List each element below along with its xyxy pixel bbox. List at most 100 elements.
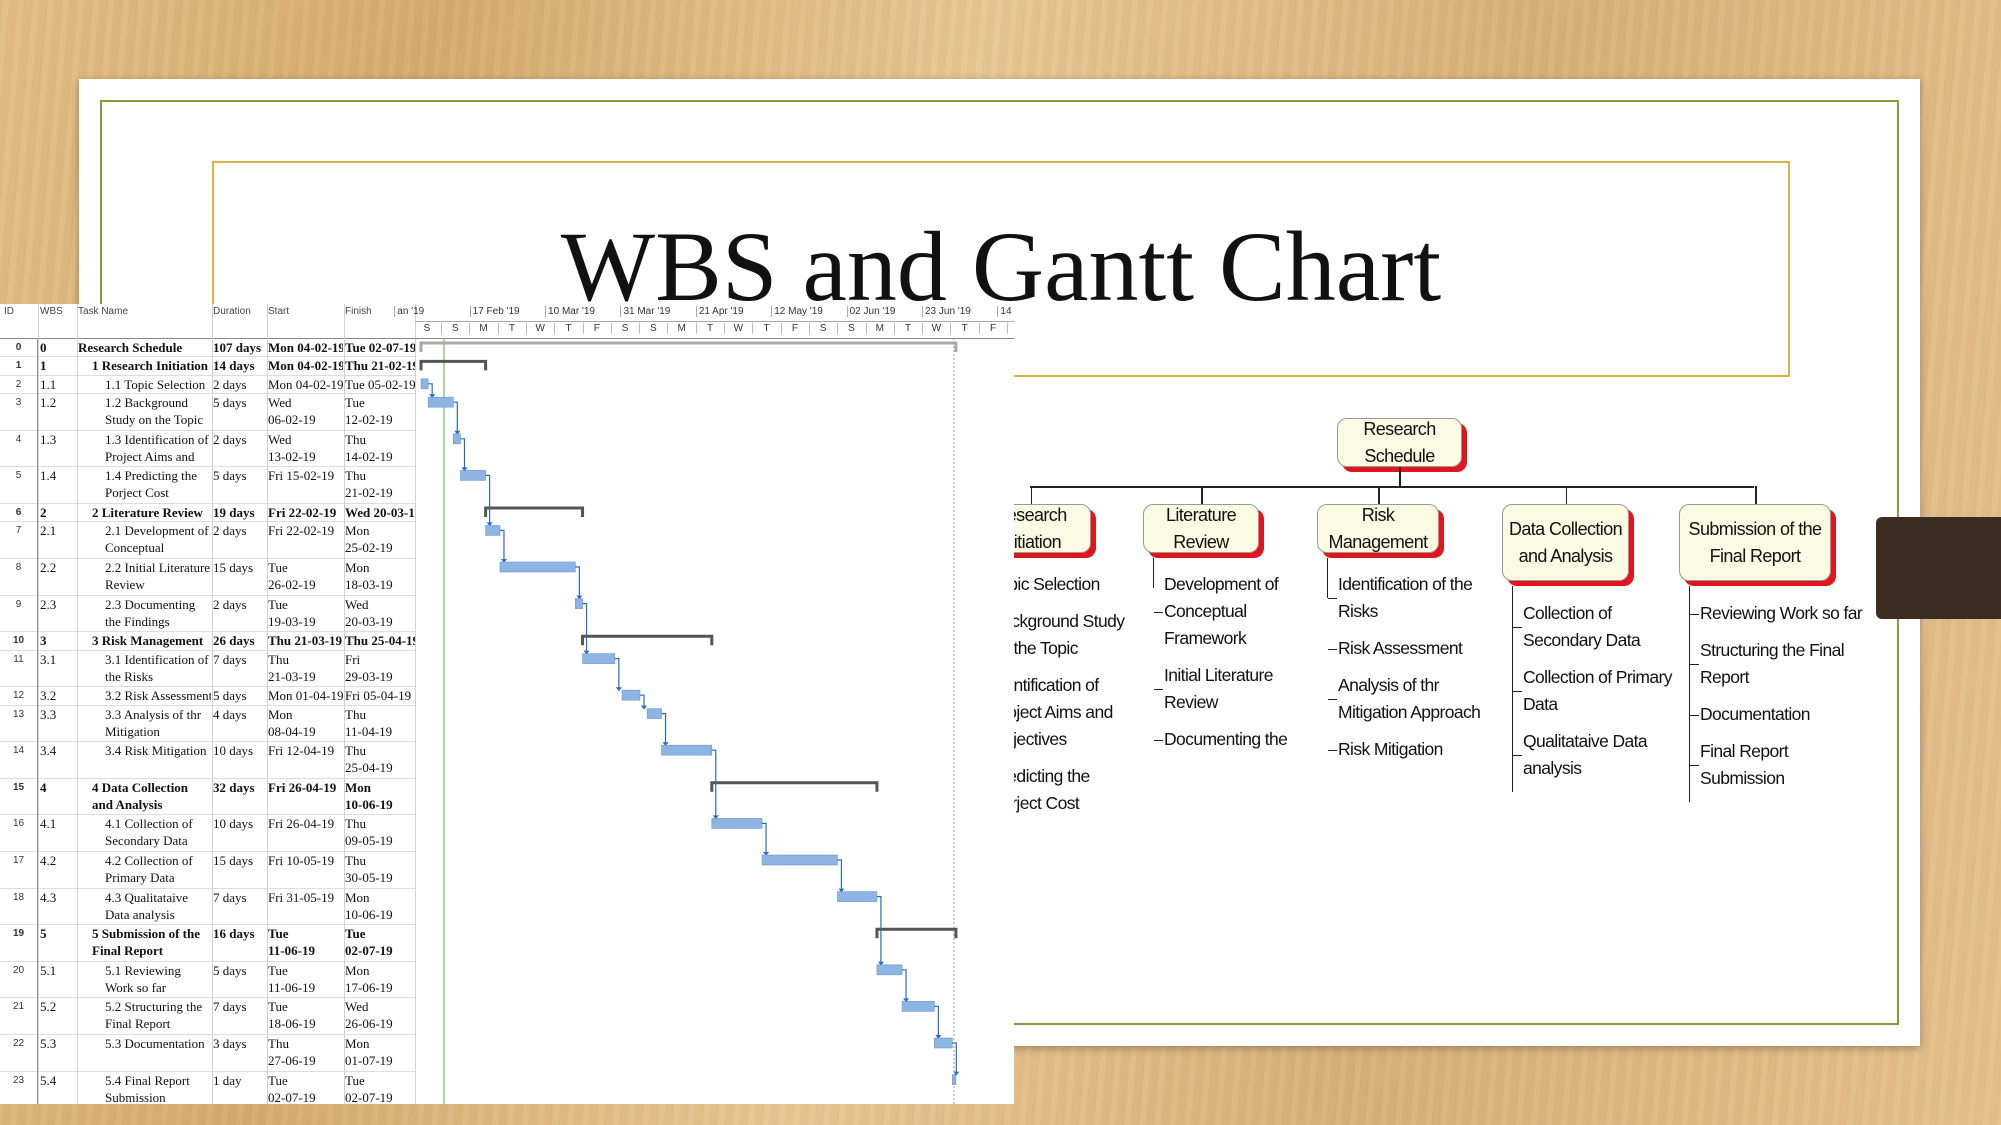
row-task-name[interactable]: 1 Research Initiation: [78, 357, 211, 374]
wbs-branch-node[interactable]: Data Collection and Analysis: [1502, 504, 1629, 581]
table-row[interactable]: 21 5.2 5.2 Structuring the Final Report 7 d…: [0, 997, 415, 1035]
wbs-branch-node[interactable]: Literature Review: [1143, 504, 1259, 553]
row-task-name[interactable]: Research Schedule: [78, 339, 211, 356]
row-task-name[interactable]: 3.3 Analysis of thr Mitigation: [78, 706, 211, 740]
row-task-name[interactable]: 3.1 Identification of the Risks: [78, 651, 211, 685]
row-duration[interactable]: 1 day: [213, 1072, 267, 1089]
row-duration[interactable]: 7 days: [213, 998, 267, 1015]
row-task-name[interactable]: 1.1 Topic Selection: [78, 376, 211, 393]
row-duration[interactable]: 7 days: [213, 651, 267, 668]
row-start[interactable]: Mon 04-02-19: [268, 376, 343, 393]
row-start[interactable]: Fri 26-04-19: [268, 779, 343, 796]
row-task-name[interactable]: 3 Risk Management: [78, 632, 211, 649]
table-row[interactable]: 11 1 Research Initiation 14 days Mon 04-02-…: [0, 356, 415, 376]
table-row[interactable]: 20 5.1 5.1 Reviewing Work so far 5 days Tue …: [0, 960, 415, 999]
row-finish[interactable]: Fri 29-03-19: [345, 651, 415, 685]
table-row[interactable]: 11 3.1 3.1 Identification of the Risks 7 da…: [0, 649, 415, 688]
table-row[interactable]: 0 0 Research Schedule 107 days Mon 04-02-19 T…: [0, 338, 415, 358]
row-finish[interactable]: Tue 02-07-19: [345, 925, 415, 959]
row-task-name[interactable]: 3.4 Risk Mitigation: [78, 742, 211, 759]
row-task-name[interactable]: 5.3 Documentation: [78, 1035, 211, 1052]
row-start[interactable]: Mon 01-04-19: [268, 687, 343, 704]
table-row[interactable]: 17 4.2 4.2 Collection of Primary Data 15 da…: [0, 851, 415, 889]
row-finish[interactable]: Thu 25-04-19: [345, 632, 415, 649]
wbs-child-item[interactable]: Qualitataive Data analysis: [1513, 728, 1688, 782]
row-task-name[interactable]: 4.2 Collection of Primary Data: [78, 852, 211, 886]
header-start[interactable]: Start: [268, 306, 289, 317]
wbs-child-item[interactable]: Risk Mitigation: [1328, 736, 1503, 763]
row-finish[interactable]: Tue 12-02-19: [345, 394, 415, 428]
table-row[interactable]: 19 5 5 Submission of the Final Report 16 da…: [0, 924, 415, 962]
row-finish[interactable]: Tue 02-07-19: [345, 339, 415, 356]
header-task-name[interactable]: Task Name: [78, 306, 128, 317]
wbs-child-item[interactable]: Reviewing Work so far: [1690, 600, 1865, 627]
wbs-branch-node[interactable]: Submission of the Final Report: [1679, 504, 1831, 581]
row-duration[interactable]: 3 days: [213, 1035, 267, 1052]
wbs-child-item[interactable]: Documentation: [1690, 701, 1865, 728]
row-finish[interactable]: Mon 01-07-19: [345, 1035, 415, 1069]
row-task-name[interactable]: 2.3 Documenting the Findings: [78, 596, 211, 630]
row-start[interactable]: Tue 02-07-19: [268, 1072, 343, 1104]
row-duration[interactable]: 10 days: [213, 815, 267, 832]
row-task-name[interactable]: 1.4 Predicting the Porject Cost: [78, 467, 211, 501]
row-finish[interactable]: Mon 17-06-19: [345, 962, 415, 996]
row-duration[interactable]: 5 days: [213, 394, 267, 411]
header-duration[interactable]: Duration: [213, 306, 251, 317]
row-task-name[interactable]: 5.4 Final Report Submission: [78, 1072, 211, 1104]
row-duration[interactable]: 15 days: [213, 559, 267, 576]
row-duration[interactable]: 2 days: [213, 431, 267, 448]
row-finish[interactable]: Wed 20-03-19: [345, 504, 415, 521]
row-finish[interactable]: Tue 05-02-19: [345, 376, 415, 393]
row-task-name[interactable]: 1.3 Identification of Project Aims and: [78, 431, 211, 465]
row-start[interactable]: Thu 27-06-19: [268, 1035, 343, 1069]
row-task-name[interactable]: 1.2 Background Study on the Topic: [78, 394, 211, 428]
row-task-name[interactable]: 4.1 Collection of Secondary Data: [78, 815, 211, 849]
row-finish[interactable]: Mon 10-06-19: [345, 779, 415, 813]
row-start[interactable]: Mon 04-02-19: [268, 339, 343, 356]
header-id[interactable]: ID: [4, 306, 14, 317]
row-duration[interactable]: 2 days: [213, 376, 267, 393]
table-row[interactable]: 5 1.4 1.4 Predicting the Porject Cost 5 day…: [0, 466, 415, 504]
row-finish[interactable]: Mon 18-03-19: [345, 559, 415, 593]
row-task-name[interactable]: 2.1 Development of Conceptual: [78, 522, 211, 556]
row-duration[interactable]: 26 days: [213, 632, 267, 649]
row-finish[interactable]: Thu 09-05-19: [345, 815, 415, 849]
row-duration[interactable]: 16 days: [213, 925, 267, 942]
table-row[interactable]: 62 2 Literature Review 19 days Fri 22-02-19…: [0, 503, 415, 523]
row-start[interactable]: Mon 04-02-19: [268, 357, 343, 374]
row-start[interactable]: Tue 11-06-19: [268, 925, 343, 959]
table-row[interactable]: 13 3.3 3.3 Analysis of thr Mitigation 4 day…: [0, 704, 415, 743]
table-row[interactable]: 14 3.4 3.4 Risk Mitigation 10 days Fri 12-04…: [0, 741, 415, 779]
table-row[interactable]: 16 4.1 4.1 Collection of Secondary Data 10 …: [0, 814, 415, 852]
row-duration[interactable]: 107 days: [213, 339, 267, 356]
row-finish[interactable]: Thu 14-02-19: [345, 431, 415, 465]
table-row[interactable]: 8 2.2 2.2 Initial Literature Review 15 days…: [0, 558, 415, 596]
row-start[interactable]: Tue 11-06-19: [268, 962, 343, 996]
row-finish[interactable]: Thu 21-02-19: [345, 357, 415, 374]
table-row[interactable]: 23 5.4 5.4 Final Report Submission 1 day Tue…: [0, 1070, 415, 1104]
header-wbs[interactable]: WBS: [40, 306, 63, 317]
table-row[interactable]: 3 1.2 1.2 Background Study on the Topic 5 d…: [0, 393, 415, 431]
row-task-name[interactable]: 5.2 Structuring the Final Report: [78, 998, 211, 1032]
table-row[interactable]: 15 4 4 Data Collection and Analysis 32 days…: [0, 777, 415, 816]
table-row[interactable]: 22 5.3 5.3 Documentation 3 days Thu 27-06-19…: [0, 1034, 415, 1072]
table-row[interactable]: 7 2.1 2.1 Development of Conceptual 2 days F…: [0, 521, 415, 559]
gantt-chart-panel[interactable]: ID WBS Task Name Duration Start Finish 0…: [0, 304, 1014, 1104]
row-start[interactable]: Fri 10-05-19: [268, 852, 343, 869]
row-finish[interactable]: Mon 10-06-19: [345, 889, 415, 923]
row-start[interactable]: Thu 21-03-19: [268, 651, 343, 685]
row-duration[interactable]: 32 days: [213, 779, 267, 796]
row-duration[interactable]: 14 days: [213, 357, 267, 374]
row-duration[interactable]: 2 days: [213, 522, 267, 539]
row-start[interactable]: Tue 18-06-19: [268, 998, 343, 1032]
row-duration[interactable]: 5 days: [213, 467, 267, 484]
wbs-child-item[interactable]: Collection of Primary Data: [1513, 664, 1688, 718]
row-duration[interactable]: 10 days: [213, 742, 267, 759]
row-task-name[interactable]: 4 Data Collection and Analysis: [78, 779, 211, 813]
wbs-child-item[interactable]: Collection of Secondary Data: [1513, 600, 1688, 654]
table-row[interactable]: 4 1.3 1.3 Identification of Project Aims a…: [0, 429, 415, 468]
row-duration[interactable]: 2 days: [213, 596, 267, 613]
row-start[interactable]: Wed 06-02-19: [268, 394, 343, 428]
row-duration[interactable]: 19 days: [213, 504, 267, 521]
row-start[interactable]: Mon 08-04-19: [268, 706, 343, 740]
